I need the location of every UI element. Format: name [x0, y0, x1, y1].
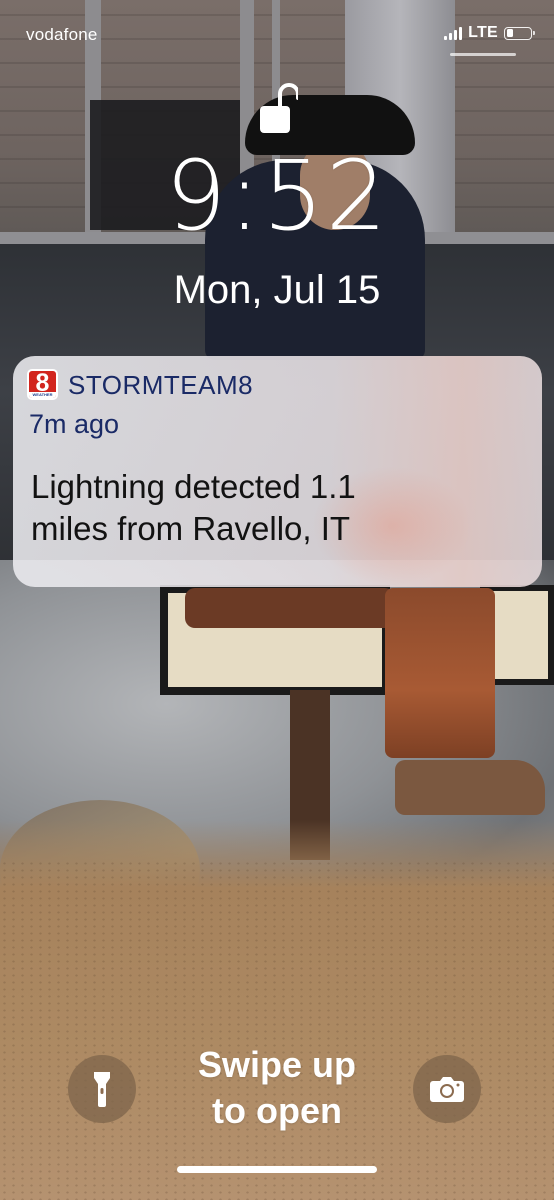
carrier-name: vodafone	[26, 25, 98, 44]
unlocked-padlock-icon	[258, 80, 300, 140]
notification-card[interactable]: 8 WEATHER STORMTEAM8 7m ago Lightning de…	[13, 356, 542, 587]
notification-timestamp: 7m ago	[29, 409, 120, 439]
lock-screen-date: Mon, Jul 15	[173, 268, 381, 312]
notification-app-name: STORMTEAM8	[68, 370, 254, 400]
notification-message-line: Lightning detected 1.1	[31, 468, 356, 505]
status-bar: vodafone LTE	[0, 0, 554, 60]
home-indicator[interactable]	[177, 1166, 377, 1173]
status-indicators: LTE	[444, 24, 535, 42]
lock-screen-time: 9:52	[165, 140, 389, 252]
stormteam8-app-icon: 8 WEATHER	[27, 369, 58, 400]
signal-strength-icon	[444, 26, 463, 40]
control-center-indicator[interactable]	[450, 53, 516, 56]
camera-icon	[430, 1077, 464, 1102]
battery-icon	[504, 26, 535, 40]
network-type: LTE	[468, 24, 498, 41]
notification-message-line: miles from Ravello, IT	[31, 510, 351, 547]
camera-button[interactable]	[413, 1055, 481, 1123]
notification-message: Lightning detected 1.1 miles from Ravell…	[31, 466, 511, 550]
